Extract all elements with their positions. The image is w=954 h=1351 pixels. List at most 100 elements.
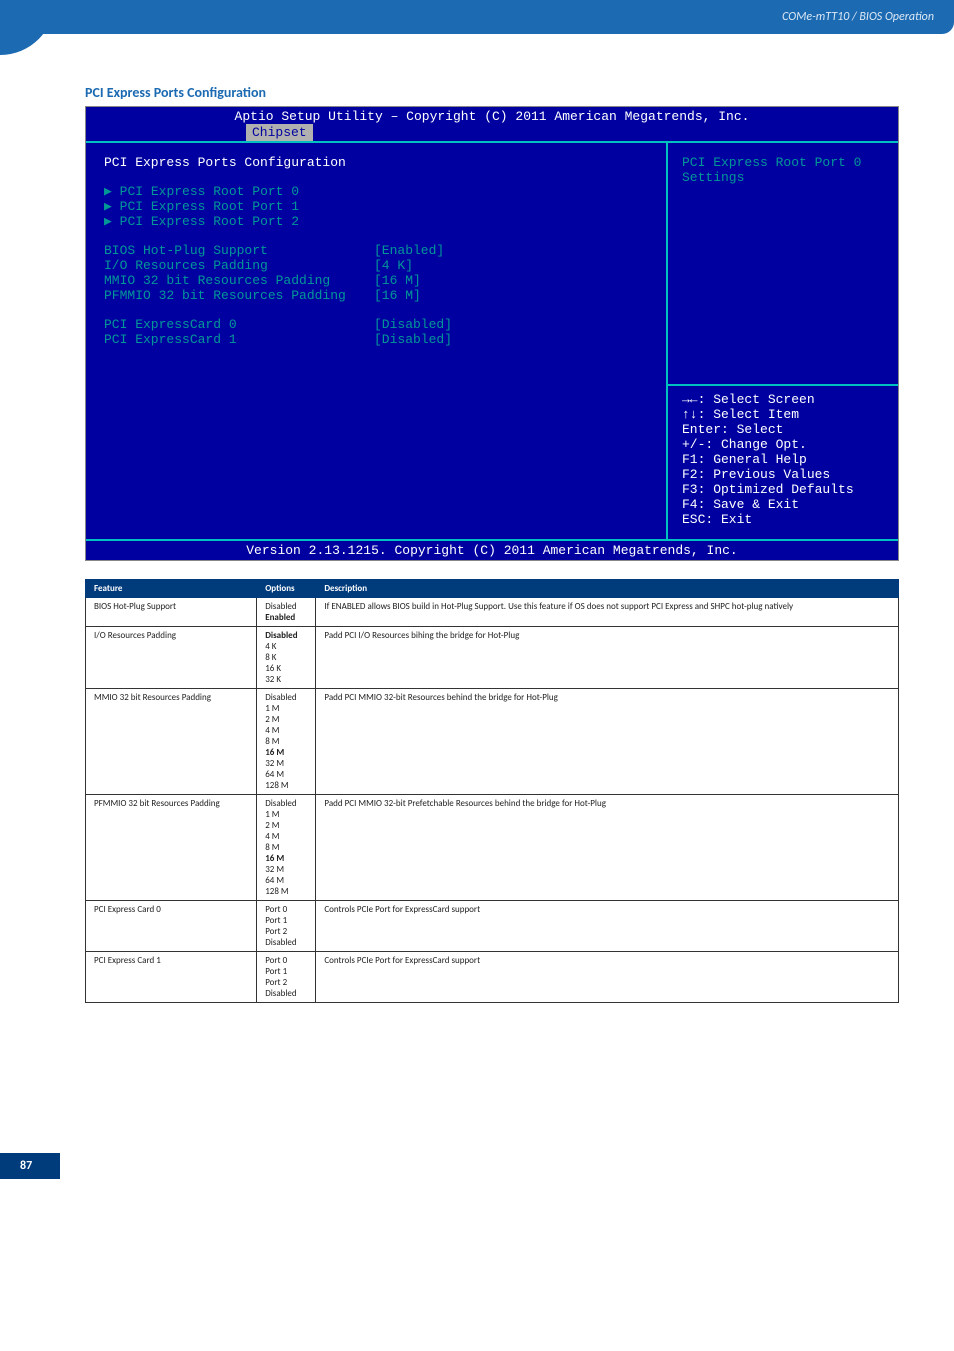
option-value: 4 M [265, 831, 307, 842]
feature-cell: PFMMIO 32 bit Resources Padding [86, 795, 257, 901]
bios-setting-label: PCI ExpressCard 0 [104, 317, 374, 332]
bios-setting-row[interactable]: PCI ExpressCard 1[Disabled] [104, 332, 648, 347]
bios-setting-label: PFMMIO 32 bit Resources Padding [104, 288, 374, 303]
table-row: PCI Express Card 1Port 0Port 1Port 2Disa… [86, 952, 899, 1003]
bios-panel-title: PCI Express Ports Configuration [104, 155, 648, 170]
feature-cell: BIOS Hot-Plug Support [86, 598, 257, 627]
bios-screenshot: Aptio Setup Utility – Copyright (C) 2011… [85, 106, 899, 561]
table-row: BIOS Hot-Plug SupportDisabledEnabledIf E… [86, 598, 899, 627]
breadcrumb: COMe-mTT10 / BIOS Operation [782, 10, 934, 24]
page-content: PCI Express Ports Configuration Aptio Se… [0, 34, 954, 1023]
bios-help-key-line: F2: Previous Values [682, 467, 884, 482]
bios-help-key-line: ↑↓: Select Item [682, 407, 884, 422]
table-body: BIOS Hot-Plug SupportDisabledEnabledIf E… [86, 598, 899, 1003]
option-value: 1 M [265, 809, 307, 820]
bios-help-key-line: F3: Optimized Defaults [682, 482, 884, 497]
option-value: 8 M [265, 736, 307, 747]
options-cell: Disabled4 K8 K16 K32 K [257, 627, 316, 689]
bios-help-nav: →←: Select Screen↑↓: Select ItemEnter: S… [682, 374, 884, 527]
feature-cell: MMIO 32 bit Resources Padding [86, 689, 257, 795]
option-value: Port 1 [265, 915, 307, 926]
option-value: Disabled [265, 601, 307, 612]
bios-setting-label: BIOS Hot-Plug Support [104, 243, 374, 258]
bios-setting-label: MMIO 32 bit Resources Padding [104, 273, 374, 288]
option-value: 16 M [265, 747, 307, 758]
submenu-arrow-icon: ▶ [104, 184, 120, 199]
submenu-arrow-icon: ▶ [104, 214, 120, 229]
bios-help-key-line: Enter: Select [682, 422, 884, 437]
options-cell: Disabled1 M2 M4 M8 M16 M32 M64 M128 M [257, 689, 316, 795]
bios-setting-row[interactable]: PCI ExpressCard 0[Disabled] [104, 317, 648, 332]
option-value: 32 K [265, 674, 307, 685]
bios-help-key-line: F1: General Help [682, 452, 884, 467]
option-value: 4 K [265, 641, 307, 652]
option-value: 32 M [265, 864, 307, 875]
bios-help-description: PCI Express Root Port 0 Settings [682, 155, 884, 185]
bios-setting-value: [Disabled] [374, 332, 452, 347]
bios-cards-list: PCI ExpressCard 0[Disabled] PCI ExpressC… [104, 317, 648, 347]
table-row: PCI Express Card 0Port 0Port 1Port 2Disa… [86, 901, 899, 952]
table-header-cell: Description [316, 580, 899, 598]
bios-setting-value: [Disabled] [374, 317, 452, 332]
options-cell: DisabledEnabled [257, 598, 316, 627]
option-value: 128 M [265, 886, 307, 897]
options-cell: Port 0Port 1Port 2Disabled [257, 952, 316, 1003]
bios-settings-list: BIOS Hot-Plug Support[Enabled] I/O Resou… [104, 243, 648, 303]
option-value: Disabled [265, 798, 307, 809]
options-cell: Disabled1 M2 M4 M8 M16 M32 M64 M128 M [257, 795, 316, 901]
option-value: Disabled [265, 692, 307, 703]
option-value: 8 K [265, 652, 307, 663]
bios-help-panel: PCI Express Root Port 0 Settings →←: Sel… [668, 141, 898, 539]
bios-setting-value: [16 M] [374, 288, 421, 303]
option-value: 2 M [265, 820, 307, 831]
option-value: Port 2 [265, 926, 307, 937]
bios-setting-row[interactable]: BIOS Hot-Plug Support[Enabled] [104, 243, 648, 258]
bios-help-key-line: →←: Select Screen [682, 392, 884, 407]
bios-setting-value: [16 M] [374, 273, 421, 288]
table-header-row: FeatureOptionsDescription [86, 580, 899, 598]
option-value: 64 M [265, 769, 307, 780]
bios-setting-row[interactable]: I/O Resources Padding[4 K] [104, 258, 648, 273]
table-header-cell: Feature [86, 580, 257, 598]
bios-active-tab: Chipset [246, 124, 313, 141]
table-header-cell: Options [257, 580, 316, 598]
option-value: 1 M [265, 703, 307, 714]
description-cell: If ENABLED allows BIOS build in Hot-Plug… [316, 598, 899, 627]
option-value: 2 M [265, 714, 307, 725]
divider [668, 384, 898, 386]
description-cell: Controls PCIe Port for ExpressCard suppo… [316, 901, 899, 952]
description-cell: Padd PCI MMIO 32-bit Resources behind th… [316, 689, 899, 795]
submenu-arrow-icon: ▶ [104, 199, 120, 214]
table-row: MMIO 32 bit Resources PaddingDisabled1 M… [86, 689, 899, 795]
option-value: Port 0 [265, 955, 307, 966]
option-value: 128 M [265, 780, 307, 791]
bios-submenu-item[interactable]: ▶ PCI Express Root Port 1 [104, 199, 648, 214]
option-value: Enabled [265, 612, 307, 623]
bios-submenu-item[interactable]: ▶ PCI Express Root Port 0 [104, 184, 648, 199]
options-cell: Port 0Port 1Port 2Disabled [257, 901, 316, 952]
bios-help-key-line: ESC: Exit [682, 512, 884, 527]
bios-header-line: Aptio Setup Utility – Copyright (C) 2011… [86, 107, 898, 124]
bios-setting-value: [Enabled] [374, 243, 444, 258]
bios-help-key-line: +/-: Change Opt. [682, 437, 884, 452]
feature-cell: I/O Resources Padding [86, 627, 257, 689]
bios-main-panel: PCI Express Ports Configuration ▶ PCI Ex… [86, 141, 668, 539]
option-value: 4 M [265, 725, 307, 736]
bios-body: PCI Express Ports Configuration ▶ PCI Ex… [86, 141, 898, 539]
description-cell: Padd PCI I/O Resources bihing the bridge… [316, 627, 899, 689]
option-value: 16 M [265, 853, 307, 864]
bios-help-key-line: F4: Save & Exit [682, 497, 884, 512]
option-value: Port 0 [265, 904, 307, 915]
bios-submenu-item[interactable]: ▶ PCI Express Root Port 2 [104, 214, 648, 229]
bios-setting-row[interactable]: MMIO 32 bit Resources Padding[16 M] [104, 273, 648, 288]
bios-root-port-list: ▶ PCI Express Root Port 0▶ PCI Express R… [104, 184, 648, 229]
option-value: 16 K [265, 663, 307, 674]
option-value: 8 M [265, 842, 307, 853]
bios-setting-row[interactable]: PFMMIO 32 bit Resources Padding[16 M] [104, 288, 648, 303]
option-value: 32 M [265, 758, 307, 769]
feature-cell: PCI Express Card 1 [86, 952, 257, 1003]
option-value: Port 1 [265, 966, 307, 977]
option-value: Port 2 [265, 977, 307, 988]
option-value: 64 M [265, 875, 307, 886]
option-value: Disabled [265, 630, 307, 641]
